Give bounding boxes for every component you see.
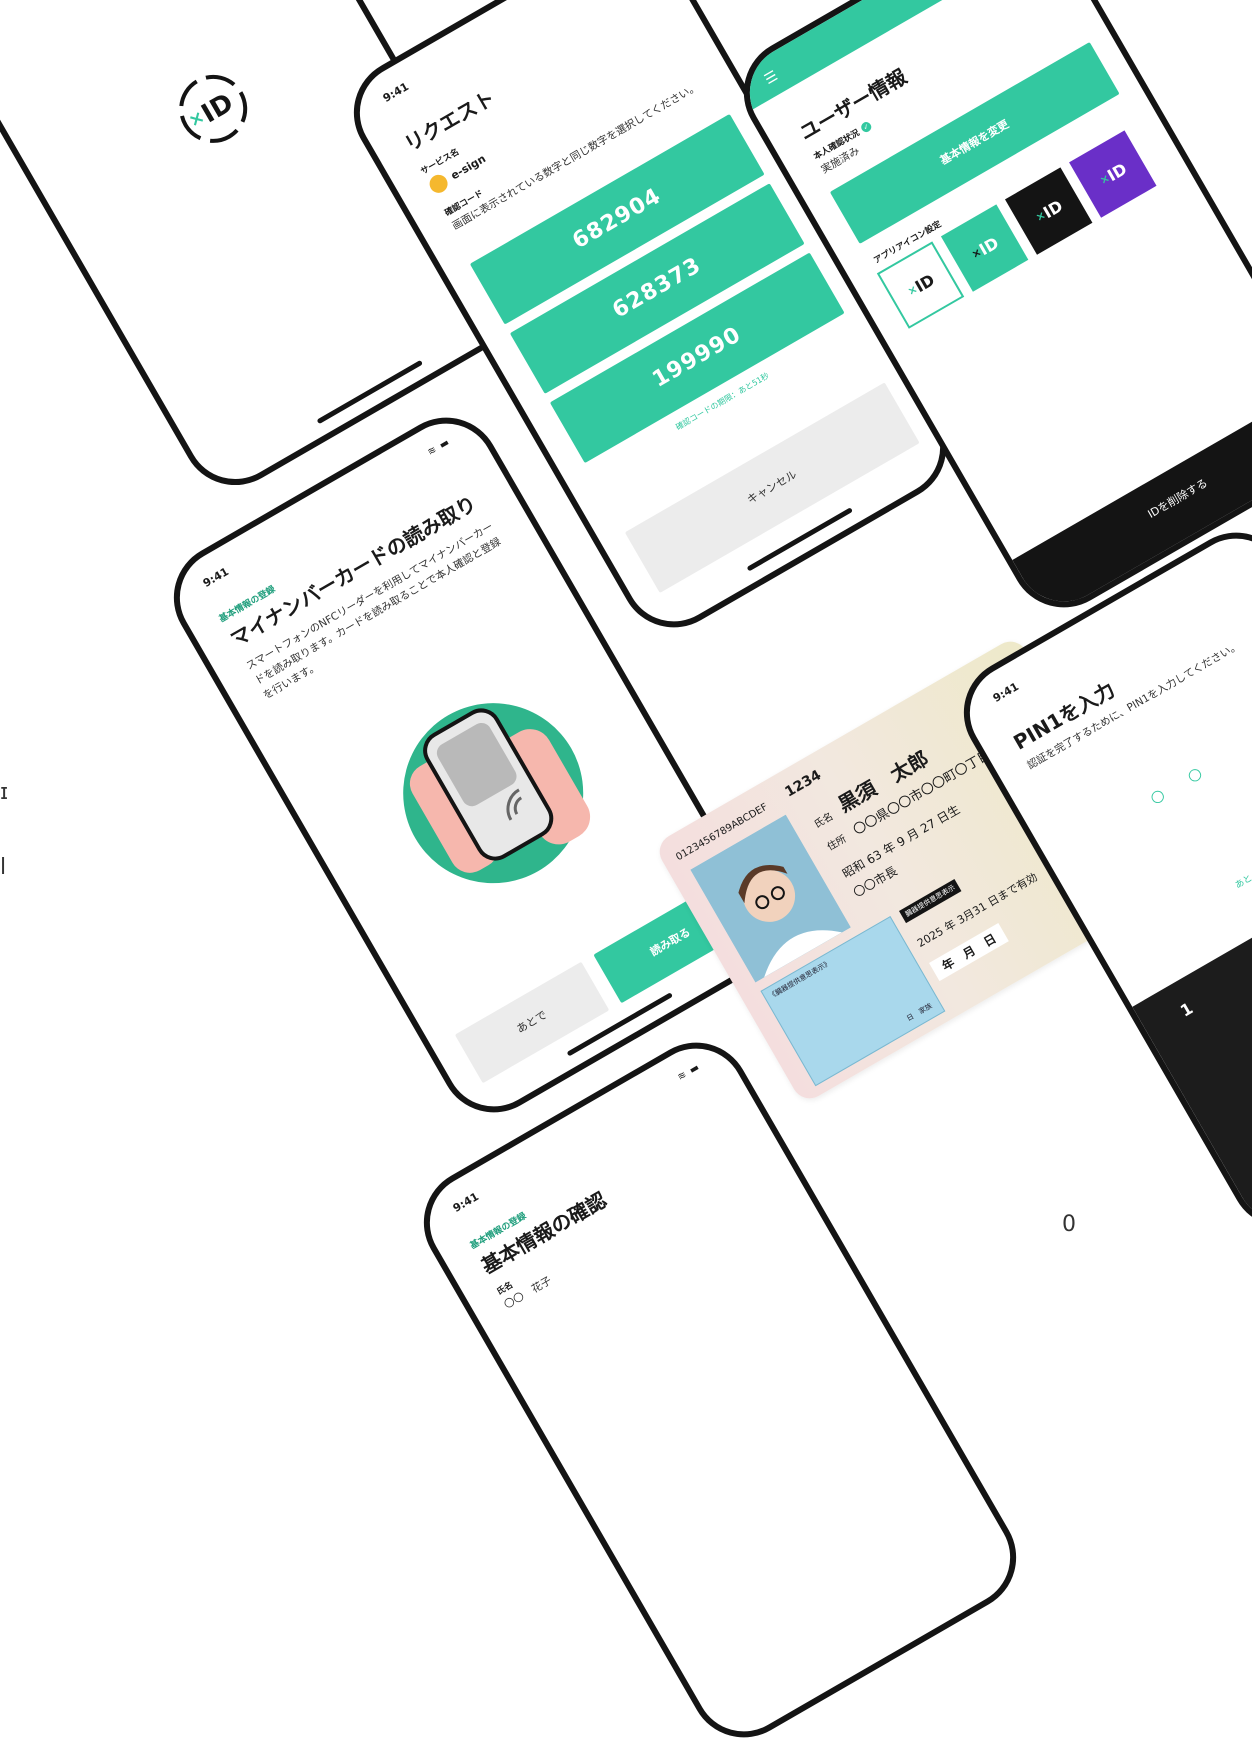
nfc-illustration [338,634,641,938]
pin-keypad: 1 [1132,832,1252,1248]
pin-instruction: 認証を完了するために、PIN1を入力してください。 [1025,639,1243,772]
organ-donor-sign: 日 家族 [905,1001,934,1023]
phone-confirm: 9:41 ≋ ▬ 基本情報の登録 基本情報の確認 氏名 〇〇 花子 [404,1022,1036,1757]
left-edge-glyph-2: l [0,855,7,880]
menu-icon[interactable]: ☰ [762,68,781,88]
home-indicator [316,359,423,425]
card-pin: 1234 [782,767,825,801]
wifi-icon: ≋ [425,443,440,459]
status-time: 9:41 [450,1189,481,1215]
check-icon: ✓ [859,120,874,134]
pin-later-link[interactable]: あと [1232,871,1252,891]
wifi-icon: ≋ [675,1068,690,1084]
status-time: 9:41 [200,564,231,590]
status-time: 9:41 [380,79,411,105]
status-time: 9:41 [990,679,1021,705]
left-edge-glyph-1: ɪ [0,780,9,805]
page-number: 0 [1062,1212,1076,1237]
service-logo-icon [426,171,451,197]
pin-dots: ○ ○ [1146,756,1216,808]
status-icons: ≋ ▬ [426,437,452,459]
xid-logo-icon: ID × [179,74,248,143]
battery-icon: ▬ [687,1061,703,1077]
keypad-key-1[interactable]: 1 [1177,999,1196,1021]
xid-logo: ID × [159,54,268,163]
later-button[interactable]: あとで [454,961,610,1084]
phone-nfc-illustration-icon [403,703,591,884]
status-icons: ≋ ▬ [676,1062,702,1084]
page-title: リクエスト [400,85,499,157]
battery-icon: ▬ [437,436,453,452]
